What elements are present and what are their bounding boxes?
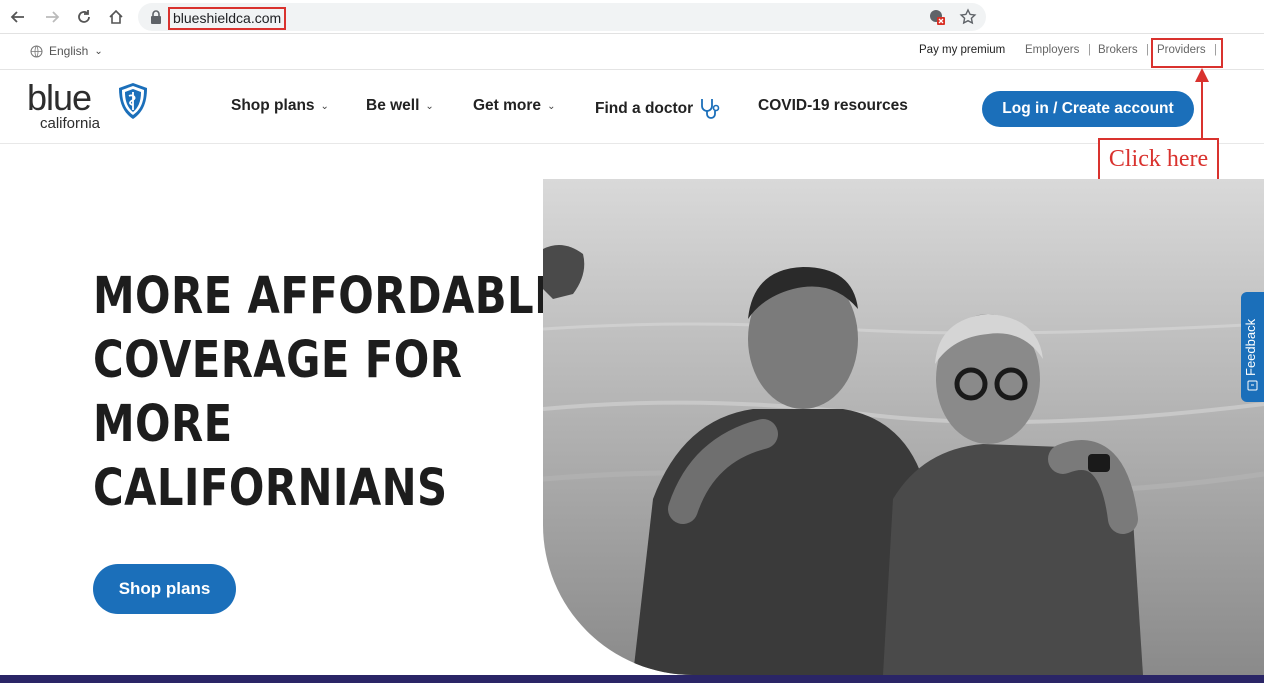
back-icon[interactable] [6, 5, 30, 29]
chevron-down-icon: ⌄ [425, 100, 434, 112]
brokers-link[interactable]: Brokers [1098, 44, 1138, 56]
annotation-arrow-icon [1195, 68, 1209, 140]
nav-get-more-label: Get more [473, 97, 542, 114]
logo-sub: california [40, 115, 101, 132]
nav-shop-plans[interactable]: Shop plans ⌄ [231, 97, 329, 115]
main-navigation: blue california Shop plans ⌄ Be well ⌄ G… [0, 70, 1264, 144]
hero-heading: MORE AFFORDABLE COVERAGE FOR MORE CALIFO… [93, 265, 564, 521]
forward-icon[interactable] [40, 5, 64, 29]
nav-find-a-doctor-label: Find a doctor [595, 100, 694, 117]
hero-line: MORE AFFORDABLE [93, 267, 564, 326]
hero-photo [543, 179, 1264, 675]
providers-highlight-box [1151, 38, 1223, 68]
reload-icon[interactable] [72, 5, 96, 29]
nav-find-a-doctor[interactable]: Find a doctor [595, 97, 721, 121]
chevron-down-icon: ⌄ [94, 45, 103, 57]
language-selector[interactable]: English ⌄ [30, 44, 103, 58]
nav-be-well[interactable]: Be well ⌄ [366, 97, 434, 115]
language-label: English [49, 44, 89, 58]
nav-get-more[interactable]: Get more ⌄ [473, 97, 555, 115]
login-button[interactable]: Log in / Create account [982, 91, 1194, 127]
feedback-label: Feedback [1243, 318, 1258, 376]
blue-shield-logo-icon [119, 83, 147, 119]
stethoscope-icon [701, 99, 720, 119]
nav-be-well-label: Be well [366, 97, 420, 114]
chevron-down-icon: ⌄ [320, 100, 329, 112]
bottom-banner-edge [0, 675, 1264, 683]
click-here-annotation: Click here [1098, 138, 1219, 181]
globe-icon [30, 45, 43, 57]
separator: | [1088, 44, 1091, 56]
address-bar[interactable]: blueshieldca.com [138, 3, 986, 31]
shop-plans-button[interactable]: Shop plans [93, 564, 236, 614]
chevron-down-icon: ⌄ [547, 100, 556, 112]
nav-covid-resources-label: COVID-19 resources [758, 97, 908, 114]
star-icon[interactable] [959, 8, 977, 26]
lock-icon [151, 10, 161, 24]
blocked-icon[interactable] [928, 8, 946, 26]
pay-premium-link[interactable]: Pay my premium [919, 44, 1005, 56]
browser-toolbar: blueshieldca.com [0, 0, 1264, 34]
feedback-icon [1247, 380, 1258, 391]
hero-line: CALIFORNIANS [93, 459, 448, 518]
feedback-tab[interactable]: Feedback [1241, 292, 1264, 402]
nav-covid-resources[interactable]: COVID-19 resources [758, 97, 908, 115]
utility-bar: English ⌄ Pay my premium Employers | Bro… [0, 34, 1264, 70]
separator: | [1146, 44, 1149, 56]
logo-word: blue [27, 77, 92, 118]
nav-shop-plans-label: Shop plans [231, 97, 315, 114]
employers-link[interactable]: Employers [1025, 44, 1079, 56]
hero-line: MORE [93, 395, 233, 454]
url-text[interactable]: blueshieldca.com [168, 7, 287, 30]
home-icon[interactable] [104, 5, 128, 29]
hero-line: COVERAGE FOR [93, 331, 463, 390]
